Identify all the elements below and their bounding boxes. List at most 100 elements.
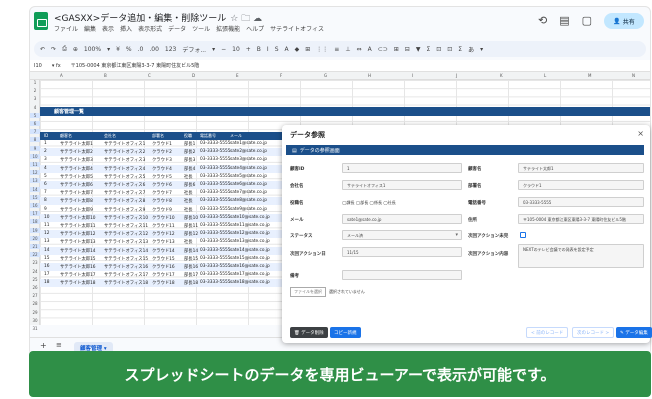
field-address[interactable]: 〒105-0004 東京都江東区東陽3-3-7 東陽町住友ビル5階 [518, 214, 644, 224]
table-cell[interactable]: 03-3333-5555 [200, 264, 230, 269]
row-header[interactable]: 7 [30, 129, 40, 135]
table-cell[interactable]: 10 [44, 215, 49, 220]
table-cell[interactable]: サテライト太郎18 [60, 280, 96, 286]
row-header[interactable]: 18 [30, 219, 40, 225]
table-cell[interactable]: サテライトオフィス11 [104, 223, 148, 229]
table-cell[interactable]: 部長11 [184, 223, 198, 229]
table-cell[interactable]: サテライトオフィス7 [104, 190, 145, 196]
table-cell[interactable]: クラウド10 [152, 215, 175, 221]
column-header[interactable]: M [588, 73, 591, 78]
table-cell[interactable]: 03-3333-5555 [200, 223, 230, 228]
table-row[interactable]: 15 サテライト太郎15 サテライトオフィス15 クラウド15 部長15 03-3333-… [40, 255, 322, 263]
prev-record-button[interactable]: < 前のレコード [526, 327, 569, 338]
table-cell[interactable]: sate17@sate.co.jp [230, 272, 270, 277]
field-remarks[interactable] [342, 270, 462, 280]
toolbar-button[interactable]: ⇔ [357, 46, 362, 53]
table-row[interactable]: 17 サテライト太郎17 サテライトオフィス17 クラウド17 部長17 03-3333-… [40, 271, 322, 279]
row-header[interactable]: 22 [30, 252, 40, 258]
column-header[interactable]: C [148, 73, 151, 78]
table-row[interactable]: 8 サテライト太郎8 サテライトオフィス8 クラウド8 社長 03-3333-5555 sa… [40, 197, 322, 206]
table-cell[interactable]: クラウド12 [152, 231, 175, 237]
toolbar-button[interactable]: ▼ [416, 46, 421, 53]
row-header[interactable]: 30 [30, 318, 40, 323]
toolbar-button[interactable]: あ [468, 45, 474, 54]
field-id[interactable]: 1 [342, 163, 462, 173]
table-cell[interactable]: クラウド16 [152, 264, 175, 270]
table-cell[interactable]: 03-3333-5555 [200, 272, 230, 277]
row-header[interactable]: 3 [30, 96, 40, 101]
column-header[interactable]: K [500, 73, 503, 78]
toolbar-button[interactable]: ▾ [107, 46, 110, 53]
table-cell[interactable]: 17 [44, 272, 49, 277]
table-row[interactable]: 3 サテライト太郎3 サテライトオフィス3 クラウド3 部長3 03-3333-5555 s… [40, 156, 322, 164]
table-cell[interactable]: サテライトオフィス6 [104, 182, 145, 188]
table-cell[interactable]: サテライトオフィス3 [104, 157, 145, 163]
table-cell[interactable]: 5 [44, 174, 47, 179]
table-cell[interactable]: 部長17 [184, 272, 198, 278]
field-email[interactable]: sate1@sate.co.jp [342, 214, 462, 224]
formula-input[interactable]: 〒105-0004 東京都江東区東陽3-3-7 東陽町住友ビル5階 [71, 62, 200, 69]
column-header[interactable]: D [192, 73, 195, 78]
table-row[interactable]: 2 サテライト太郎2 サテライトオフィス2 クラウド2 部長2 03-3333-5555 s… [40, 148, 322, 157]
table-cell[interactable]: 社長 [184, 174, 193, 180]
toolbar-button[interactable]: A [368, 46, 372, 53]
table-cell[interactable]: サテライト太郎11 [60, 223, 96, 229]
toolbar-button[interactable]: A [285, 46, 289, 53]
toolbar-button[interactable]: ⊕ [73, 46, 78, 53]
table-cell[interactable]: サテライト太郎7 [60, 190, 93, 196]
toolbar-button[interactable]: 100% [84, 46, 101, 53]
table-cell[interactable]: サテライトオフィス8 [104, 198, 145, 204]
table-row[interactable]: 9 サテライト太郎9 サテライトオフィス9 クラウド9 社長 03-3333-5555 sa… [40, 206, 322, 214]
row-header[interactable]: 26 [30, 285, 40, 290]
row-header[interactable]: 16 [30, 203, 40, 208]
table-cell[interactable]: sate6@sate.co.jp [230, 182, 267, 187]
table-row[interactable]: 16 サテライト太郎16 サテライトオフィス16 クラウド16 部長16 03-3333-… [40, 263, 322, 271]
table-cell[interactable]: 部長10 [184, 215, 198, 221]
table-cell[interactable]: クラウド18 [152, 280, 175, 286]
toolbar-button[interactable]: ⊞ [305, 46, 310, 53]
toolbar-button[interactable]: ⊥ [345, 46, 350, 53]
table-cell[interactable]: 3 [44, 157, 47, 162]
table-row[interactable]: 12 サテライト太郎12 サテライトオフィス12 クラウド12 部長12 03-3333-… [40, 230, 322, 239]
table-cell[interactable]: 12 [44, 231, 49, 236]
sheets-logo-icon[interactable] [34, 12, 48, 30]
field-next-detail[interactable]: NEXTのテレビ会議での発表を設定予定 [518, 244, 644, 268]
column-header[interactable]: L [544, 73, 546, 78]
table-cell[interactable]: クラウド1 [152, 141, 172, 147]
toolbar-button[interactable]: Σ [458, 46, 462, 53]
table-cell[interactable]: サテライトオフィス10 [104, 215, 148, 221]
field-dept[interactable]: クラウド1 [518, 180, 644, 190]
table-cell[interactable]: sate8@sate.co.jp [230, 198, 267, 203]
table-cell[interactable]: 03-3333-5555 [200, 280, 230, 285]
table-cell[interactable]: 03-3333-5555 [200, 141, 230, 146]
table-row[interactable]: 10 サテライト太郎10 サテライトオフィス10 クラウド10 部長10 03-3333-… [40, 213, 322, 222]
toolbar-button[interactable]: ≡ [334, 46, 339, 53]
column-header[interactable]: A [60, 73, 63, 78]
table-row[interactable]: 11 サテライト太郎11 サテライトオフィス11 クラウド11 部長11 03-3333-… [40, 222, 322, 230]
field-next-date[interactable]: 11/15 [342, 247, 462, 257]
table-cell[interactable]: サテライト太郎2 [60, 149, 93, 155]
toolbar-button[interactable]: ▾ [212, 46, 215, 53]
table-cell[interactable]: サテライト太郎13 [60, 239, 96, 245]
table-cell[interactable]: 部長14 [184, 248, 198, 254]
toolbar-button[interactable]: % [126, 46, 132, 53]
toolbar-button[interactable]: B [257, 46, 261, 53]
table-cell[interactable]: 03-3333-5555 [200, 174, 230, 179]
table-cell[interactable]: 9 [44, 207, 47, 212]
column-header[interactable]: F [280, 73, 282, 78]
column-header[interactable]: I [412, 73, 413, 78]
menu-item[interactable]: 編集 [84, 24, 96, 33]
table-cell[interactable]: 03-3333-5555 [200, 256, 230, 261]
menu-item[interactable]: 挿入 [120, 24, 132, 33]
row-header[interactable]: 2 [30, 88, 40, 93]
history-icon[interactable]: ⟲ [538, 14, 547, 27]
next-action-checkbox[interactable] [520, 232, 526, 238]
table-cell[interactable]: 社長 [184, 190, 193, 196]
copy-new-button[interactable]: コピー新規 [330, 327, 361, 338]
table-cell[interactable]: サテライトオフィス4 [104, 166, 145, 172]
table-cell[interactable]: 03-3333-5555 [200, 190, 230, 195]
table-cell[interactable]: サテライト太郎14 [60, 248, 96, 254]
menu-item[interactable]: ツール [192, 24, 210, 33]
table-cell[interactable]: 03-3333-5555 [200, 215, 230, 220]
table-cell[interactable]: サテライトオフィス14 [104, 248, 148, 254]
